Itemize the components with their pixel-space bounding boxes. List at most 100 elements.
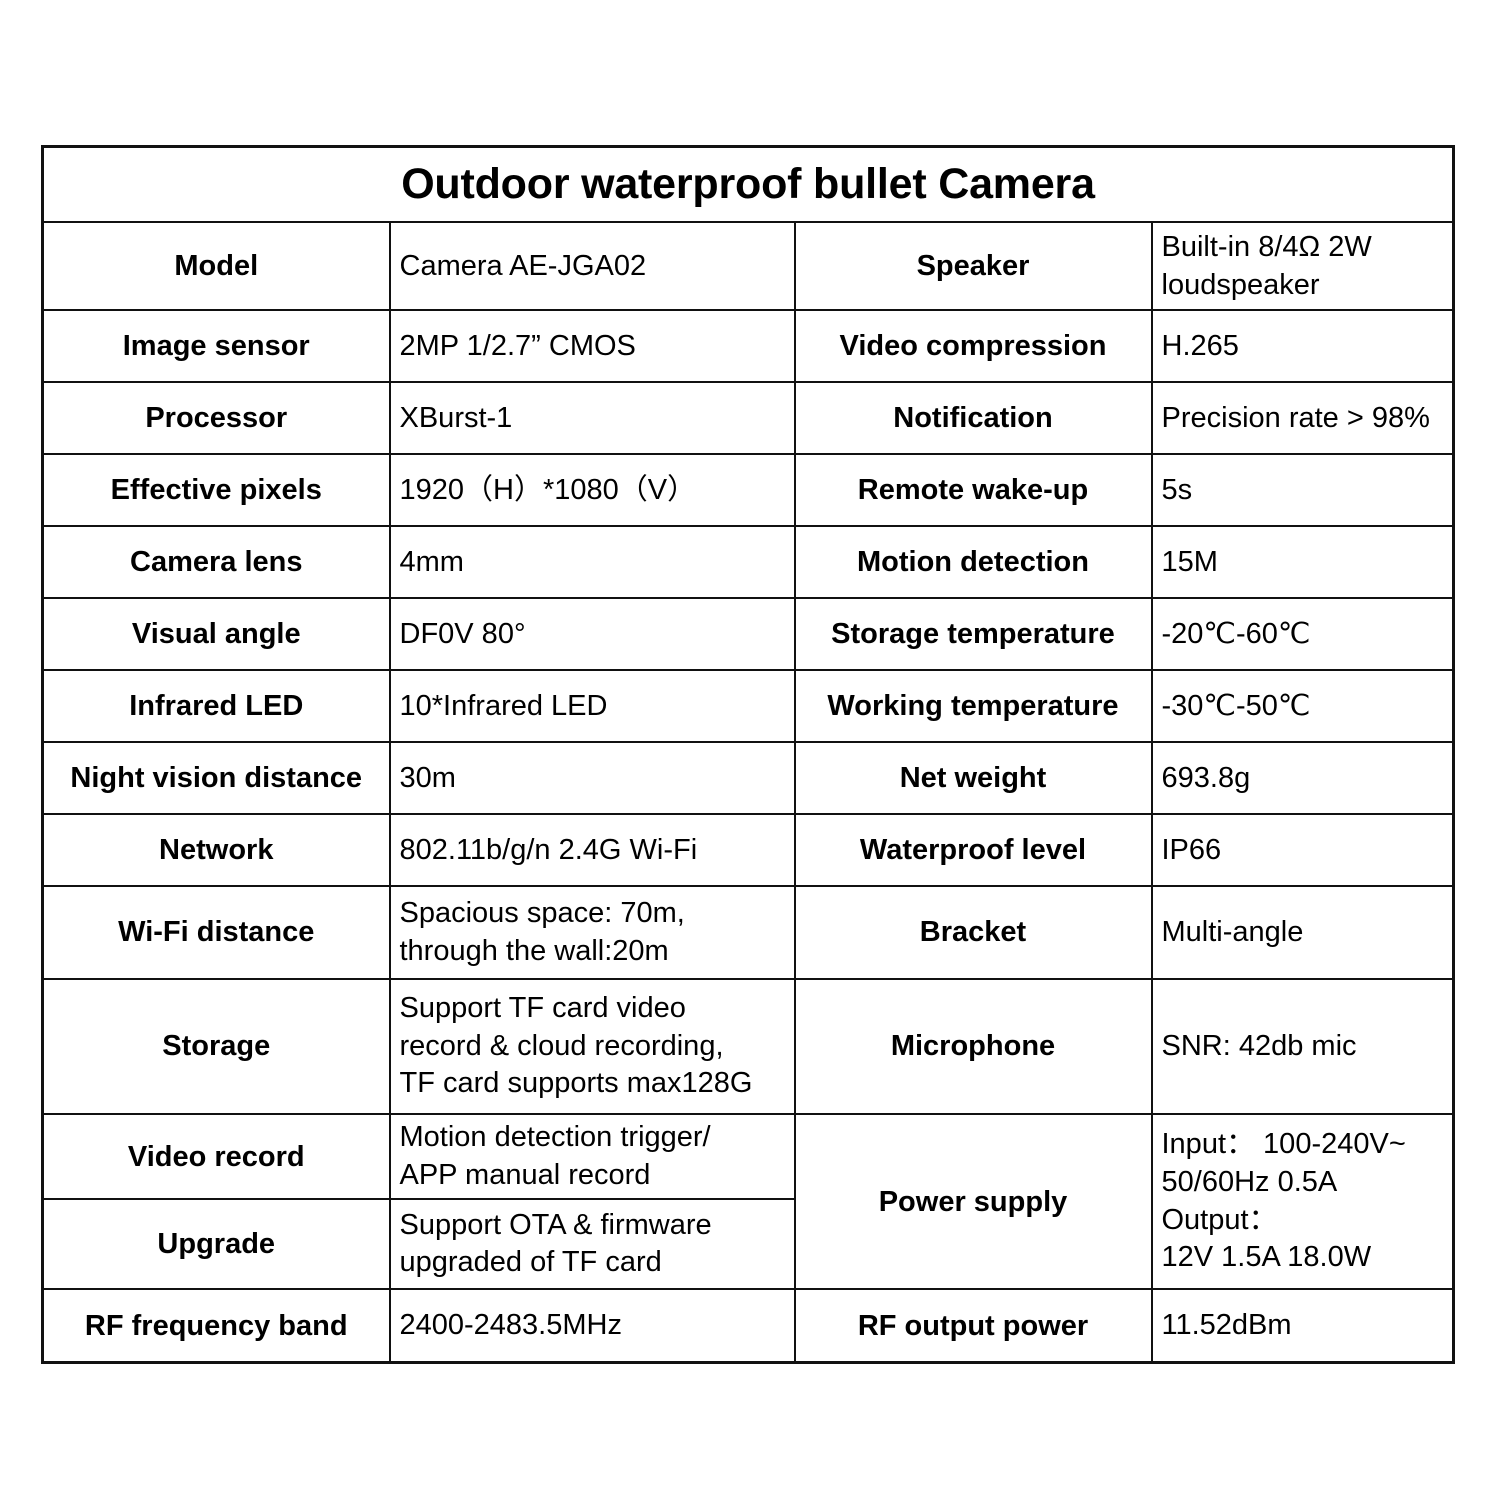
value-line: 802.11b/g/n 2.4G Wi-Fi bbox=[399, 833, 698, 866]
spec-label-network: Network bbox=[41, 813, 391, 887]
spec-value-network: 802.11b/g/n 2.4G Wi-Fi bbox=[388, 813, 796, 887]
spec-label-storage-temperature: Storage temperature bbox=[793, 597, 1153, 671]
spec-label-wifi-distance: Wi-Fi distance bbox=[41, 885, 391, 980]
spec-label-night-vision-distance: Night vision distance bbox=[41, 741, 391, 815]
value-line: record & cloud recording, bbox=[399, 1029, 724, 1062]
table-row: Processor XBurst-1 Notification Precisio… bbox=[41, 381, 1455, 455]
table-row: Wi-Fi distance Spacious space: 70m, thro… bbox=[41, 885, 1455, 980]
spec-value-microphone: SNR: 42db mic bbox=[1150, 978, 1455, 1115]
spec-label-effective-pixels: Effective pixels bbox=[41, 453, 391, 527]
spec-label-remote-wake-up: Remote wake-up bbox=[793, 453, 1153, 527]
spec-label-rf-frequency-band: RF frequency band bbox=[41, 1288, 391, 1364]
spec-label-rf-output-power: RF output power bbox=[793, 1288, 1153, 1364]
spec-label-motion-detection: Motion detection bbox=[793, 525, 1153, 599]
specification-table: Outdoor waterproof bullet Camera Model C… bbox=[41, 145, 1455, 1364]
table-row: Effective pixels 1920（H）*1080（V） Remote … bbox=[41, 453, 1455, 527]
table-row: Visual angle DF0V 80° Storage temperatur… bbox=[41, 597, 1455, 671]
spec-label-storage: Storage bbox=[41, 978, 391, 1115]
table-row: Video record Motion detection trigger/ A… bbox=[41, 1112, 1455, 1291]
value-line: -20℃-60℃ bbox=[1161, 617, 1311, 650]
spec-value-rf-frequency-band: 2400-2483.5MHz bbox=[388, 1288, 796, 1364]
value-line: XBurst-1 bbox=[399, 401, 513, 434]
spec-label-waterproof-level: Waterproof level bbox=[793, 813, 1153, 887]
spec-value-video-compression: H.265 bbox=[1150, 309, 1455, 383]
value-line: 50/60Hz 0.5A bbox=[1161, 1166, 1338, 1198]
spec-label-working-temperature: Working temperature bbox=[793, 669, 1153, 743]
spec-value-video-record: Motion detection trigger/ APP manual rec… bbox=[388, 1112, 796, 1201]
spec-label-notification: Notification bbox=[793, 381, 1153, 455]
spec-value-processor: XBurst-1 bbox=[388, 381, 796, 455]
spec-value-visual-angle: DF0V 80° bbox=[388, 597, 796, 671]
value-line: upgraded of TF card bbox=[399, 1246, 662, 1279]
spec-label-video-compression: Video compression bbox=[793, 309, 1153, 383]
value-line: 2400-2483.5MHz bbox=[399, 1309, 622, 1342]
value-line: 4mm bbox=[399, 545, 464, 578]
page-title: Outdoor waterproof bullet Camera bbox=[41, 145, 1455, 223]
value-line: APP manual record bbox=[399, 1158, 651, 1191]
table-body: Outdoor waterproof bullet Camera Model C… bbox=[41, 145, 1455, 1364]
spec-label-bracket: Bracket bbox=[793, 885, 1153, 980]
table-row: Storage Support TF card video record & c… bbox=[41, 978, 1455, 1115]
spec-value-storage-temperature: -20℃-60℃ bbox=[1150, 597, 1455, 671]
value-line: Motion detection trigger/ bbox=[399, 1121, 711, 1153]
spec-value-image-sensor: 2MP 1/2.7” CMOS bbox=[388, 309, 796, 383]
spec-label-speaker: Speaker bbox=[793, 221, 1153, 311]
value-line: 1920（H）*1080（V） bbox=[399, 473, 697, 506]
title-row: Outdoor waterproof bullet Camera bbox=[41, 145, 1455, 223]
spec-value-net-weight: 693.8g bbox=[1150, 741, 1455, 815]
value-line: Spacious space: 70m, bbox=[399, 896, 685, 929]
spec-label-upgrade: Upgrade bbox=[41, 1198, 391, 1291]
spec-label-image-sensor: Image sensor bbox=[41, 309, 391, 383]
value-line: 693.8g bbox=[1161, 761, 1251, 794]
spec-value-power-supply: Input： 100-240V~ 50/60Hz 0.5A Output： 12… bbox=[1150, 1112, 1455, 1291]
value-line: 12V 1.5A 18.0W bbox=[1161, 1241, 1372, 1274]
spec-label-processor: Processor bbox=[41, 381, 391, 455]
value-line: 10*Infrared LED bbox=[399, 689, 608, 722]
value-line: Precision rate > 98% bbox=[1161, 401, 1430, 434]
spec-value-storage: Support TF card video record & cloud rec… bbox=[388, 978, 796, 1115]
table-row: Camera lens 4mm Motion detection 15M bbox=[41, 525, 1455, 599]
spec-label-microphone: Microphone bbox=[793, 978, 1153, 1115]
value-line: H.265 bbox=[1161, 329, 1239, 362]
value-line: 11.52dBm bbox=[1161, 1309, 1292, 1342]
value-line: SNR: 42db mic bbox=[1161, 1030, 1357, 1063]
spec-value-bracket: Multi-angle bbox=[1150, 885, 1455, 980]
value-line: Support TF card video bbox=[399, 991, 686, 1024]
spec-value-infrared-led: 10*Infrared LED bbox=[388, 669, 796, 743]
value-line: 30m bbox=[399, 761, 456, 794]
table-row: RF frequency band 2400-2483.5MHz RF outp… bbox=[41, 1288, 1455, 1364]
value-line: through the wall:20m bbox=[399, 934, 669, 967]
value-line: 5s bbox=[1161, 473, 1193, 506]
spec-value-wifi-distance: Spacious space: 70m, through the wall:20… bbox=[388, 885, 796, 980]
spec-value-camera-lens: 4mm bbox=[388, 525, 796, 599]
table-row: Infrared LED 10*Infrared LED Working tem… bbox=[41, 669, 1455, 743]
spec-value-upgrade: Support OTA & firmware upgraded of TF ca… bbox=[388, 1198, 796, 1291]
value-line: 2MP 1/2.7” CMOS bbox=[399, 329, 636, 362]
spec-value-rf-output-power: 11.52dBm bbox=[1150, 1288, 1455, 1364]
value-line: Support OTA & firmware bbox=[399, 1208, 712, 1241]
spec-label-model: Model bbox=[41, 221, 391, 311]
spec-value-working-temperature: -30℃-50℃ bbox=[1150, 669, 1455, 743]
spec-value-motion-detection: 15M bbox=[1150, 525, 1455, 599]
spec-label-video-record: Video record bbox=[41, 1112, 391, 1201]
value-line: Input： 100-240V~ bbox=[1161, 1128, 1406, 1161]
spec-label-power-supply: Power supply bbox=[793, 1112, 1153, 1291]
value-line: Multi-angle bbox=[1161, 916, 1304, 949]
spec-value-speaker: Built-in 8/4Ω 2W loudspeaker bbox=[1150, 221, 1455, 311]
spec-label-net-weight: Net weight bbox=[793, 741, 1153, 815]
value-line: Output： bbox=[1161, 1203, 1278, 1236]
spec-value-waterproof-level: IP66 bbox=[1150, 813, 1455, 887]
spec-label-visual-angle: Visual angle bbox=[41, 597, 391, 671]
value-line: loudspeaker bbox=[1161, 269, 1320, 301]
spec-value-notification: Precision rate > 98% bbox=[1150, 381, 1455, 455]
value-line: IP66 bbox=[1161, 833, 1222, 866]
spec-value-night-vision-distance: 30m bbox=[388, 741, 796, 815]
spec-value-model: Camera AE-JGA02 bbox=[388, 221, 796, 311]
value-line: Built-in 8/4Ω 2W bbox=[1161, 230, 1372, 263]
spec-value-remote-wake-up: 5s bbox=[1150, 453, 1455, 527]
spec-label-camera-lens: Camera lens bbox=[41, 525, 391, 599]
value-line: DF0V 80° bbox=[399, 617, 526, 650]
value-line: Camera AE-JGA02 bbox=[399, 249, 647, 282]
table-row: Night vision distance 30m Net weight 693… bbox=[41, 741, 1455, 815]
spec-value-effective-pixels: 1920（H）*1080（V） bbox=[388, 453, 796, 527]
